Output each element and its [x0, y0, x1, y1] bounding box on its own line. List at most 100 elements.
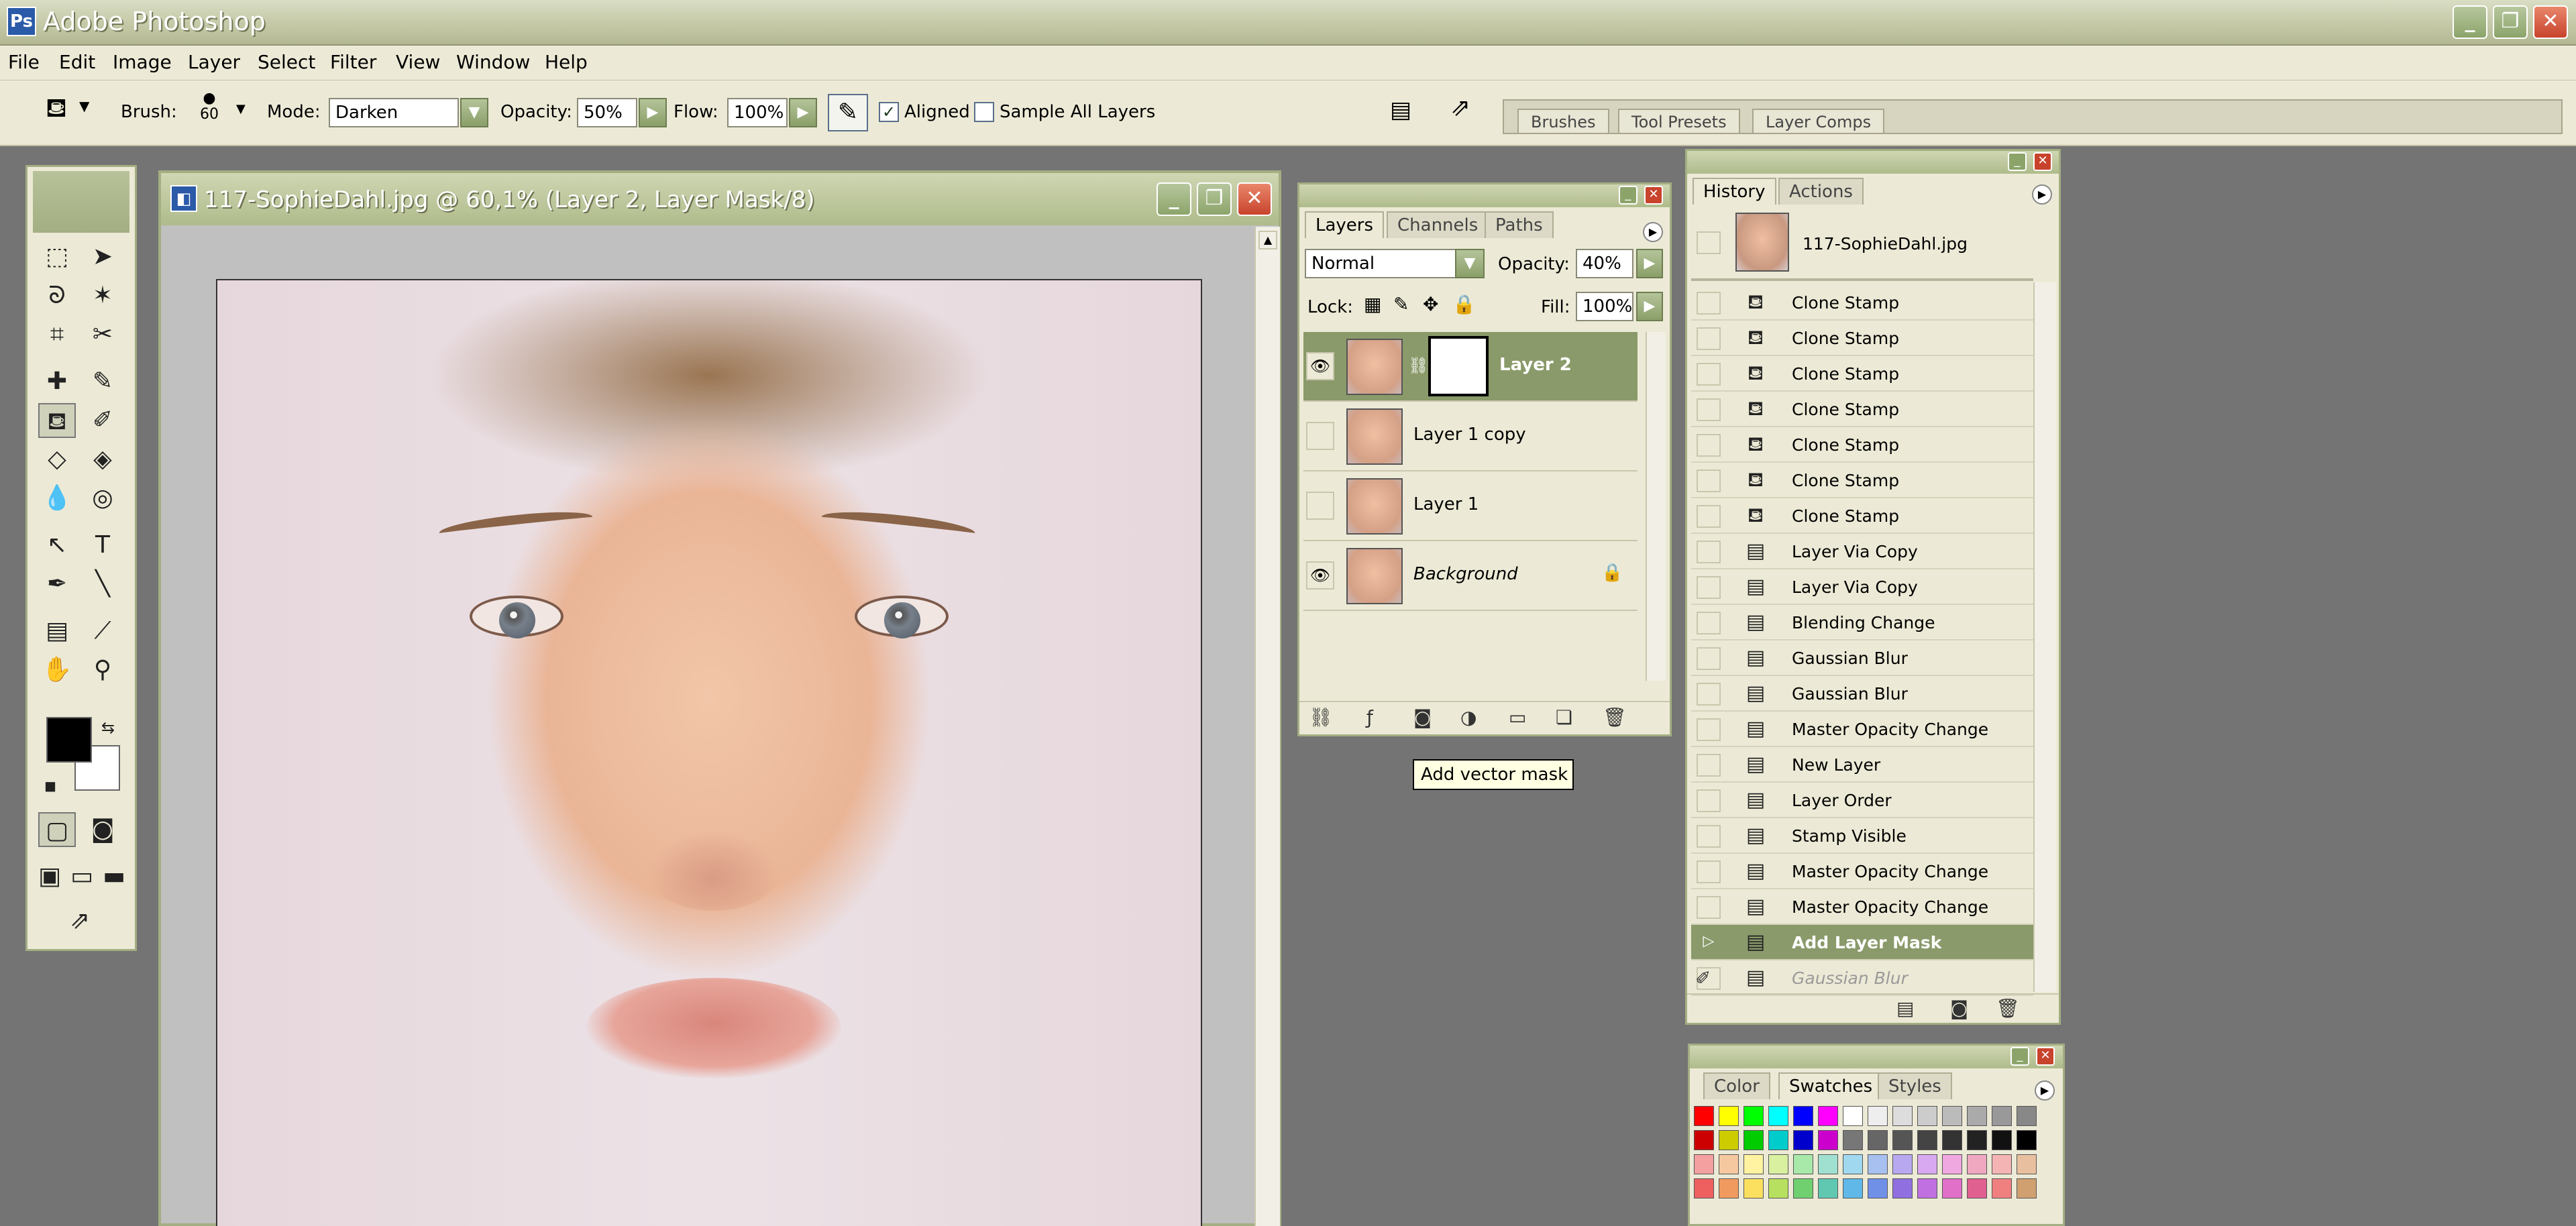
menu-help[interactable]: Help: [545, 51, 588, 73]
layers-panel-menu-icon[interactable]: ▶: [1643, 222, 1663, 242]
path-selection-tool-icon[interactable]: ↖: [38, 528, 76, 563]
color-swatch[interactable]: [1743, 1106, 1764, 1126]
history-brush-source-box[interactable]: [1697, 754, 1721, 777]
sample-all-layers-checkbox[interactable]: [974, 102, 994, 122]
tab-history[interactable]: History: [1693, 178, 1776, 205]
history-state[interactable]: ▤ Gaussian Blur: [1691, 640, 2033, 676]
history-brush-source-box[interactable]: [1697, 327, 1721, 350]
full-screen-menu-mode-icon[interactable]: ▭: [66, 859, 97, 894]
history-brush-source-box[interactable]: [1697, 541, 1721, 563]
foreground-color-swatch[interactable]: [46, 717, 92, 763]
layer-row-layer-1-copy[interactable]: Layer 1 copy: [1303, 402, 1638, 471]
brush-chevron-down-icon[interactable]: ▼: [236, 102, 246, 116]
lock-image-icon[interactable]: ✎: [1393, 293, 1409, 315]
paint-bucket-tool-icon[interactable]: ◈: [84, 442, 121, 477]
layer-style-icon[interactable]: ƒ: [1366, 706, 1373, 728]
history-state[interactable]: ▤ Gaussian Blur: [1691, 960, 2033, 996]
flow-field[interactable]: 100%: [727, 98, 788, 127]
color-swatch[interactable]: [1818, 1178, 1838, 1199]
tab-swatches[interactable]: Swatches: [1778, 1072, 1884, 1099]
history-panel-header[interactable]: _ ✕: [1687, 151, 2059, 174]
color-swatch[interactable]: [1917, 1178, 1937, 1199]
blur-tool-icon[interactable]: 💧: [38, 481, 76, 516]
minimize-button[interactable]: _: [2453, 5, 2487, 39]
snapshot-source-box[interactable]: [1697, 231, 1721, 254]
layer-mask-thumbnail[interactable]: [1428, 336, 1489, 396]
color-swatch[interactable]: [1768, 1154, 1788, 1174]
color-swatch[interactable]: [1793, 1130, 1813, 1150]
color-swatch[interactable]: [1992, 1130, 2012, 1150]
color-swatch[interactable]: [1843, 1154, 1863, 1174]
adjustment-layer-icon[interactable]: ◑: [1460, 706, 1477, 728]
swatches-panel-menu-icon[interactable]: ▶: [2035, 1080, 2055, 1101]
opacity-field[interactable]: 50%: [577, 98, 637, 127]
layer-visibility-toggle[interactable]: [1306, 492, 1334, 520]
notes-tool-icon[interactable]: ▤: [38, 614, 76, 649]
color-swatch[interactable]: [1942, 1178, 1962, 1199]
file-browser-icon[interactable]: ▤: [1385, 97, 1417, 129]
delete-layer-icon[interactable]: 🗑: [1603, 706, 1627, 728]
color-swatch[interactable]: [1892, 1130, 1913, 1150]
color-swatch[interactable]: [1942, 1154, 1962, 1174]
history-brush-source-box[interactable]: [1697, 789, 1721, 812]
pen-tool-icon[interactable]: ✒: [38, 567, 76, 602]
tab-paths[interactable]: Paths: [1485, 211, 1554, 238]
default-colors-icon[interactable]: ◼: [37, 773, 64, 800]
magic-wand-tool-icon[interactable]: ✶: [84, 278, 121, 313]
history-state[interactable]: ▤ Master Opacity Change: [1691, 889, 2033, 925]
color-swatch[interactable]: [1719, 1178, 1739, 1199]
lock-transparency-icon[interactable]: ▦: [1364, 293, 1381, 315]
history-state[interactable]: ▤ Blending Change: [1691, 605, 2033, 640]
history-brush-source-box[interactable]: [1697, 363, 1721, 386]
document-close-button[interactable]: ✕: [1237, 182, 1272, 216]
image-canvas[interactable]: [216, 279, 1202, 1226]
layers-scrollbar[interactable]: [1646, 332, 1666, 681]
menu-view[interactable]: View: [396, 51, 440, 73]
history-state[interactable]: ▤ Master Opacity Change: [1691, 712, 2033, 747]
move-tool-icon[interactable]: ➤: [84, 239, 121, 274]
hand-tool-icon[interactable]: ✋: [38, 653, 76, 687]
create-snapshot-icon[interactable]: ◙: [1950, 997, 1968, 1019]
color-swatch[interactable]: [1843, 1106, 1863, 1126]
color-swatch[interactable]: [2017, 1178, 2037, 1199]
fill-arrow-icon[interactable]: ▶: [1636, 292, 1663, 321]
layers-panel-close-button[interactable]: ✕: [1644, 186, 1663, 205]
swatches-panel-header[interactable]: _ ✕: [1690, 1046, 2063, 1068]
history-panel-close-button[interactable]: ✕: [2033, 152, 2052, 171]
eraser-tool-icon[interactable]: ◇: [38, 442, 76, 477]
color-swatch[interactable]: [1743, 1154, 1764, 1174]
full-screen-mode-icon[interactable]: ▬: [99, 859, 129, 894]
mode-select[interactable]: Darken: [329, 98, 459, 127]
close-button[interactable]: ✕: [2533, 5, 2568, 39]
history-brush-source-box[interactable]: [1697, 683, 1721, 706]
tab-brushes[interactable]: Brushes: [1517, 109, 1609, 133]
color-swatch[interactable]: [1768, 1106, 1788, 1126]
history-brush-source-box[interactable]: [1697, 825, 1721, 848]
history-state[interactable]: ▤ Layer Via Copy: [1691, 569, 2033, 605]
color-swatch[interactable]: [2017, 1106, 2037, 1126]
swatches-panel-close-button[interactable]: ✕: [2036, 1047, 2055, 1066]
history-panel-menu-icon[interactable]: ▶: [2032, 184, 2052, 205]
color-swatch[interactable]: [1917, 1154, 1937, 1174]
color-swatch[interactable]: [1818, 1106, 1838, 1126]
airbrush-icon[interactable]: ✎: [828, 94, 868, 131]
color-swatch[interactable]: [1967, 1154, 1987, 1174]
color-swatch[interactable]: [1694, 1130, 1714, 1150]
layer-row-layer-2[interactable]: 👁 ⛓ Layer 2: [1303, 332, 1638, 402]
history-brush-source-box[interactable]: [1697, 505, 1721, 528]
color-swatch[interactable]: [1694, 1178, 1714, 1199]
brush-picker[interactable]: ● 60: [197, 91, 221, 131]
color-swatch[interactable]: [1843, 1130, 1863, 1150]
color-swatch[interactable]: [1992, 1106, 2012, 1126]
line-tool-icon[interactable]: ╲: [84, 567, 121, 602]
flow-slider-arrow-icon[interactable]: ▶: [789, 98, 817, 127]
clone-stamp-tool-icon[interactable]: ⛾: [38, 403, 76, 438]
layer-opacity-field[interactable]: 40%: [1576, 249, 1633, 278]
color-swatch[interactable]: [1793, 1106, 1813, 1126]
tab-tool-presets[interactable]: Tool Presets: [1618, 109, 1740, 133]
tab-channels[interactable]: Channels: [1387, 211, 1489, 238]
color-swatch[interactable]: [1793, 1154, 1813, 1174]
layer-visibility-eye-icon[interactable]: 👁: [1306, 352, 1334, 380]
document-title-bar[interactable]: ◧ 117-SophieDahl.jpg @ 60,1% (Layer 2, L…: [161, 173, 1279, 225]
layer-visibility-eye-icon[interactable]: 👁: [1306, 561, 1334, 590]
